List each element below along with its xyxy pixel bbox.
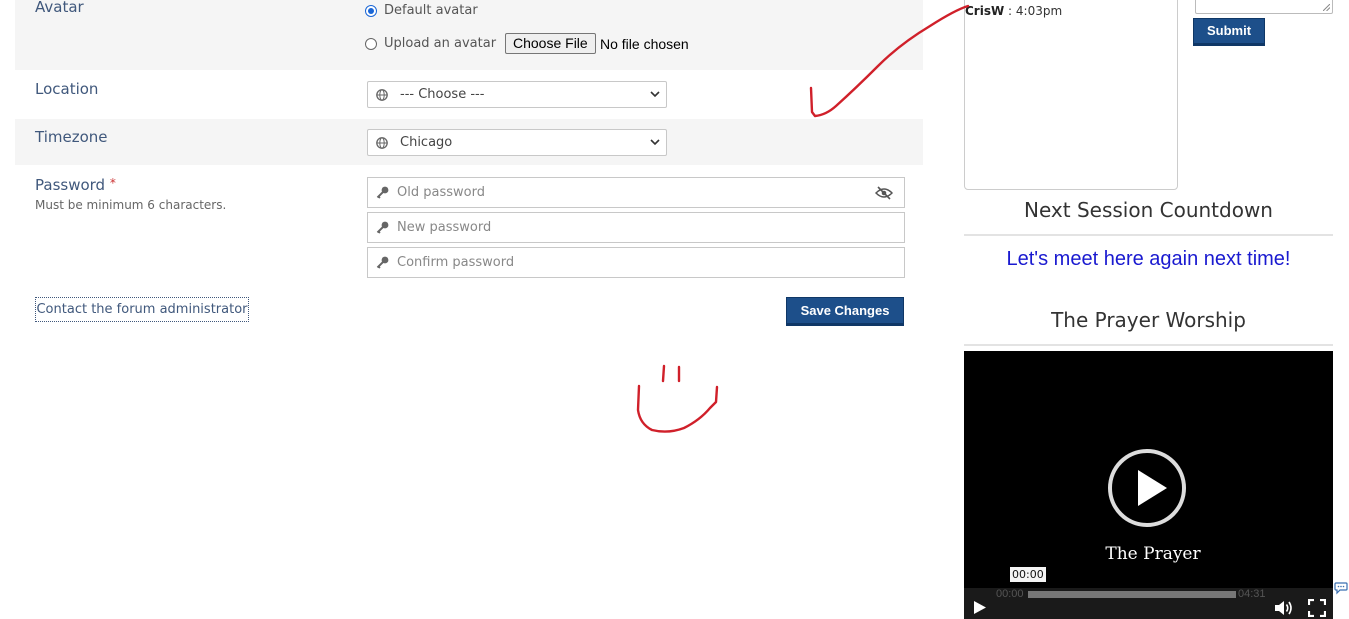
- file-status-text: No file chosen: [600, 36, 689, 52]
- default-avatar-option[interactable]: Default avatar: [365, 3, 478, 18]
- timezone-select[interactable]: Chicago: [367, 129, 667, 156]
- upload-avatar-radio[interactable]: [365, 37, 377, 50]
- chat-separator: :: [1004, 4, 1016, 18]
- annotation-smile: [636, 384, 719, 433]
- video-title: The Prayer: [1105, 544, 1201, 564]
- password-label: Password *: [35, 176, 116, 194]
- chevron-down-icon: [650, 139, 660, 146]
- annotation-left-eye: [661, 364, 666, 383]
- contact-admin-button[interactable]: Contact the forum administrator: [35, 297, 249, 322]
- volume-icon[interactable]: [1274, 600, 1294, 616]
- play-circle-icon[interactable]: [1107, 448, 1187, 528]
- new-password-input[interactable]: New password: [367, 212, 905, 243]
- required-mark: *: [109, 176, 116, 190]
- video-player[interactable]: The Prayer 00:00 00:00 04:31: [964, 351, 1333, 619]
- chat-message: CrisW : 4:03pm: [965, 4, 1062, 18]
- worship-title: The Prayer Worship: [1051, 308, 1246, 332]
- default-avatar-radio[interactable]: [365, 4, 377, 17]
- confirm-password-placeholder: Confirm password: [397, 255, 515, 270]
- confirm-password-input[interactable]: Confirm password: [367, 247, 905, 278]
- hover-time-tooltip: 00:00: [1010, 567, 1046, 582]
- countdown-title: Next Session Countdown: [1024, 198, 1273, 222]
- save-changes-button[interactable]: Save Changes: [786, 297, 904, 326]
- chat-submit-button[interactable]: Submit: [1193, 18, 1265, 46]
- choose-file-button[interactable]: Choose File: [505, 33, 596, 54]
- chat-user: CrisW: [965, 4, 1005, 18]
- resize-handle-icon[interactable]: [1323, 4, 1330, 11]
- video-controls: 00:00 04:31: [964, 588, 1333, 619]
- key-icon: [376, 186, 389, 199]
- current-time: 00:00: [996, 588, 1024, 600]
- chat-message-input[interactable]: [1195, 0, 1333, 14]
- new-password-placeholder: New password: [397, 220, 492, 235]
- chat-bubble-icon[interactable]: [1334, 581, 1348, 595]
- globe-icon: [376, 88, 388, 101]
- duration-time: 04:31: [1238, 588, 1266, 600]
- progress-track[interactable]: [1028, 591, 1236, 598]
- upload-avatar-option[interactable]: Upload an avatar: [365, 36, 496, 51]
- password-label-text: Password: [35, 176, 106, 194]
- old-password-placeholder: Old password: [397, 185, 485, 200]
- countdown-divider: [964, 234, 1333, 236]
- timezone-label: Timezone: [35, 128, 108, 146]
- chevron-down-icon: [650, 91, 660, 98]
- location-select[interactable]: --- Choose ---: [367, 81, 667, 108]
- key-icon: [376, 256, 389, 269]
- old-password-input[interactable]: Old password: [367, 177, 905, 208]
- upload-avatar-label: Upload an avatar: [384, 36, 497, 51]
- key-icon: [376, 221, 389, 234]
- timezone-selected: Chicago: [400, 135, 453, 150]
- avatar-label: Avatar: [35, 0, 84, 16]
- globe-icon: [376, 136, 388, 149]
- default-avatar-label: Default avatar: [384, 3, 478, 18]
- location-label: Location: [35, 80, 99, 98]
- worship-divider: [964, 344, 1333, 346]
- password-hint: Must be minimum 6 characters.: [35, 198, 227, 212]
- eye-slash-icon[interactable]: [875, 186, 893, 200]
- chat-messages-box[interactable]: [964, 0, 1178, 190]
- location-selected: --- Choose ---: [400, 87, 485, 102]
- fullscreen-icon[interactable]: [1308, 599, 1326, 617]
- play-icon[interactable]: [973, 600, 987, 615]
- chat-time: 4:03pm: [1015, 4, 1063, 18]
- countdown-message: Let's meet here again next time!: [1006, 248, 1291, 270]
